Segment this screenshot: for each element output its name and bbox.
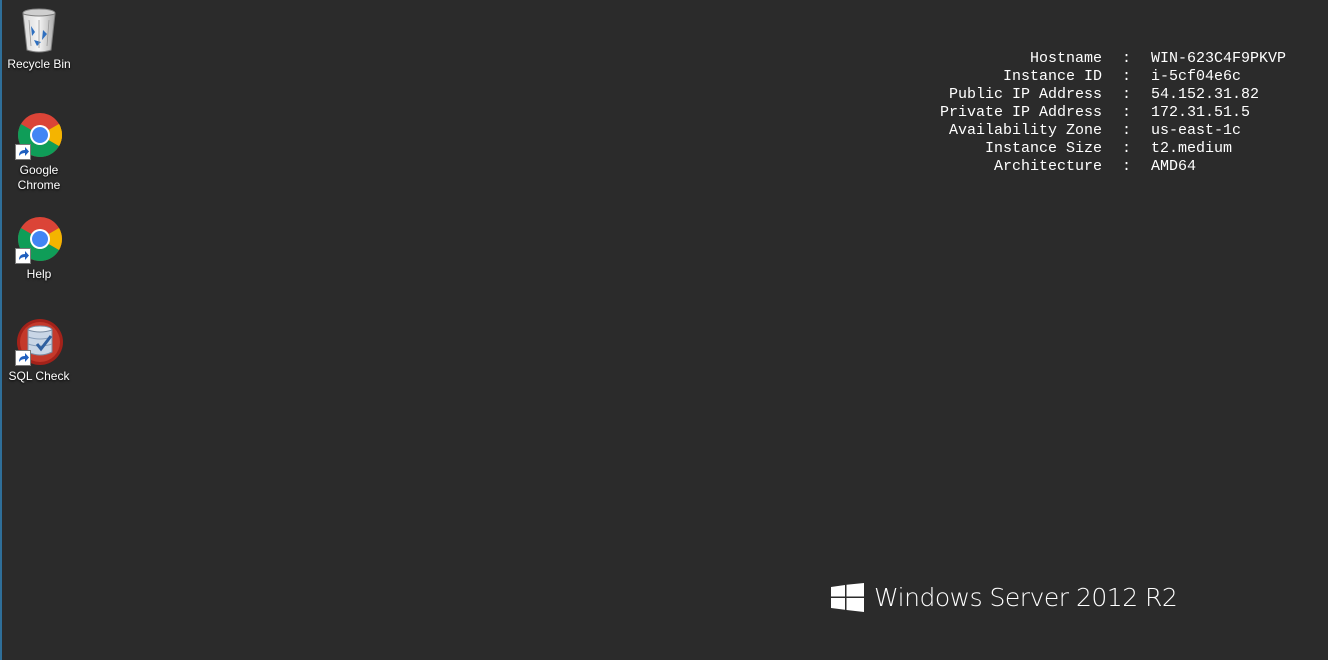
desktop-icon-label: Help — [26, 267, 52, 281]
info-separator: : — [1121, 158, 1131, 175]
desktop-icon-sql-check[interactable]: SQL Check — [2, 318, 76, 384]
sql-check-icon — [15, 318, 63, 366]
chrome-icon — [15, 112, 63, 160]
desktop-icons: Recycle Bin Google Chrome Help SQL Check — [0, 0, 78, 660]
info-key: Private IP Address — [939, 104, 1102, 121]
shortcut-arrow-icon — [15, 350, 31, 366]
info-value: 172.31.51.5 — [1151, 104, 1251, 121]
desktop-icon-label: Recycle Bin — [7, 57, 71, 71]
info-row-public-ip: Public IP Address : 54.152.31.82 — [900, 86, 1286, 104]
info-separator: : — [1121, 140, 1131, 157]
info-value: AMD64 — [1151, 158, 1197, 175]
info-row-availability-zone: Availability Zone : us-east-1c — [900, 122, 1286, 140]
info-separator: : — [1121, 122, 1131, 139]
desktop-icon-recycle-bin[interactable]: Recycle Bin — [2, 6, 76, 72]
info-key: Architecture — [993, 158, 1102, 175]
info-separator: : — [1121, 104, 1131, 121]
windows-logo-icon — [831, 583, 864, 612]
info-value: WIN-623C4F9PKVP — [1151, 50, 1287, 67]
desktop-icon-label: SQL Check — [8, 369, 70, 383]
shortcut-arrow-icon — [15, 144, 31, 160]
windows-server-title: Windows Server 2012 R2 — [874, 583, 1178, 612]
info-value: t2.medium — [1151, 140, 1233, 157]
info-value: 54.152.31.82 — [1151, 86, 1260, 103]
info-value: us-east-1c — [1151, 122, 1242, 139]
instance-info: Hostname : WIN-623C4F9PKVP Instance ID :… — [900, 50, 1286, 176]
info-row-architecture: Architecture : AMD64 — [900, 158, 1286, 176]
recycle-bin-icon — [15, 6, 63, 54]
shortcut-arrow-icon — [15, 248, 31, 264]
info-separator: : — [1121, 50, 1131, 67]
info-key: Availability Zone — [948, 122, 1102, 139]
info-key: Public IP Address — [948, 86, 1102, 103]
info-separator: : — [1121, 68, 1131, 85]
info-row-private-ip: Private IP Address : 172.31.51.5 — [900, 104, 1286, 122]
info-row-instance-id: Instance ID : i-5cf04e6c — [900, 68, 1286, 86]
desktop-icon-google-chrome[interactable]: Google Chrome — [2, 112, 76, 193]
chrome-icon — [15, 216, 63, 264]
info-row-hostname: Hostname : WIN-623C4F9PKVP — [900, 50, 1286, 68]
info-key: Instance Size — [984, 140, 1102, 157]
windows-server-branding: Windows Server 2012 R2 — [831, 583, 1178, 612]
desktop[interactable]: Recycle Bin Google Chrome Help SQL Check… — [0, 0, 1328, 660]
info-key: Hostname — [1029, 50, 1102, 67]
desktop-icon-label: Google Chrome — [17, 163, 61, 192]
info-row-instance-size: Instance Size : t2.medium — [900, 140, 1286, 158]
info-key: Instance ID — [1002, 68, 1102, 85]
info-value: i-5cf04e6c — [1151, 68, 1242, 85]
info-separator: : — [1121, 86, 1131, 103]
desktop-icon-help[interactable]: Help — [2, 216, 76, 282]
